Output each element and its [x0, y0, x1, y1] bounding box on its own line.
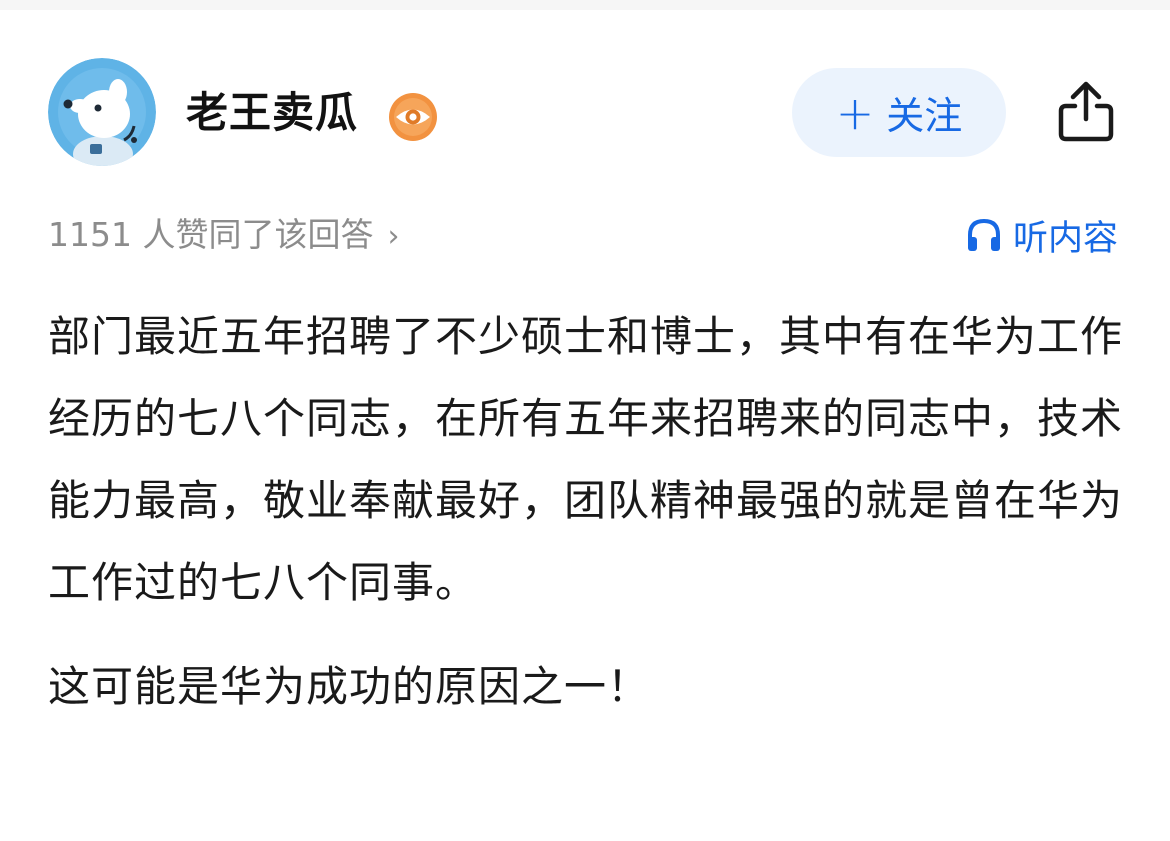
answer-content: 部门最近五年招聘了不少硕士和博士，其中有在华为工作经历的七八个同志，在所有五年来…: [48, 296, 1123, 728]
answer-meta-row: 1151 人赞同了该回答 › 听内容: [0, 207, 1170, 263]
eye-verified-badge-icon: [387, 91, 439, 143]
headphone-icon: [967, 218, 1000, 251]
dog-avatar-icon: [48, 58, 156, 166]
answer-paragraph: 部门最近五年招聘了不少硕士和博士，其中有在华为工作经历的七八个同志，在所有五年来…: [48, 312, 1124, 607]
chevron-right-icon: ›: [387, 219, 400, 254]
listen-label: 听内容: [1012, 218, 1118, 259]
agree-count-text: 1151 人赞同了该回答: [48, 215, 374, 254]
agree-count-link[interactable]: 1151 人赞同了该回答 ›: [48, 213, 399, 259]
plus-icon: +: [835, 85, 875, 140]
top-strip: [0, 0, 1170, 10]
author-header: 老王卖瓜 + 关注: [0, 55, 1170, 170]
follow-label: 关注: [886, 94, 963, 138]
answer-paragraph: 这可能是华为成功的原因之一！: [48, 662, 651, 711]
listen-content-button[interactable]: 听内容: [965, 211, 1118, 259]
follow-button[interactable]: + 关注: [792, 68, 1006, 157]
share-icon[interactable]: [1056, 79, 1116, 143]
avatar[interactable]: [48, 58, 156, 166]
author-name[interactable]: 老王卖瓜: [186, 87, 358, 139]
